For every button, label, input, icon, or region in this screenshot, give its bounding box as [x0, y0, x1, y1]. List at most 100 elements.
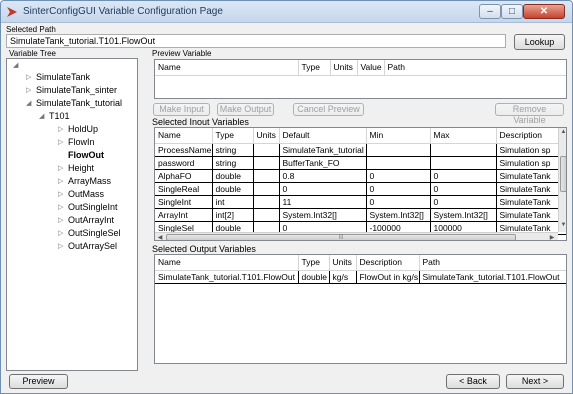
table-row[interactable]: ArrayInt int[2] System.Int32[] System.In…	[155, 208, 566, 222]
tree-item-flowin[interactable]: FlowIn	[68, 137, 95, 147]
cell-max[interactable]: System.Int32[]	[430, 208, 497, 222]
cell-type[interactable]: double	[298, 270, 330, 284]
tree-item-outsinglesel[interactable]: OutSingleSel	[68, 228, 121, 238]
scroll-thumb[interactable]: |||	[166, 234, 516, 240]
close-button[interactable]: ✕	[523, 4, 565, 19]
cell-units[interactable]	[253, 182, 280, 196]
column-header-path[interactable]: Path	[419, 255, 566, 271]
column-header-units[interactable]: Units	[330, 60, 358, 76]
tree-item-outarraysel[interactable]: OutArraySel	[68, 241, 117, 251]
collapsed-arrow-icon[interactable]: ▷	[58, 203, 63, 211]
scroll-up-icon[interactable]: ▲	[559, 129, 566, 135]
cell-max[interactable]	[430, 156, 497, 170]
expand-triangle-icon[interactable]: ◢	[39, 112, 44, 120]
cell-max[interactable]: 0	[430, 195, 497, 209]
scroll-left-icon[interactable]: ◀	[156, 234, 164, 240]
cell-name[interactable]: SingleInt	[155, 195, 213, 209]
cell-description[interactable]: SimulateTank	[496, 182, 566, 196]
collapsed-arrow-icon[interactable]: ▷	[58, 164, 63, 172]
column-header-units[interactable]: Units	[253, 128, 280, 144]
table-row[interactable]: SimulateTank_tutorial.T101.FlowOut doubl…	[155, 270, 566, 284]
cell-name[interactable]: AlphaFO	[155, 169, 213, 183]
cell-path[interactable]: SimulateTank_tutorial.T101.FlowOut	[419, 270, 566, 284]
cell-name[interactable]: ArrayInt	[155, 208, 213, 222]
cell-min[interactable]: 0	[366, 182, 431, 196]
column-header-default[interactable]: Default	[279, 128, 367, 144]
tree-item-flowout[interactable]: FlowOut	[68, 150, 104, 160]
cell-min[interactable]: 0	[366, 169, 431, 183]
cell-units[interactable]: kg/s	[329, 270, 357, 284]
cell-default[interactable]: SimulateTank_tutorial	[279, 143, 367, 157]
selected-path-field[interactable]: SimulateTank_tutorial.T101.FlowOut	[6, 34, 506, 48]
collapsed-arrow-icon[interactable]: ▷	[26, 86, 31, 94]
column-header-description[interactable]: Description	[496, 128, 566, 144]
make-input-button[interactable]: Make Input	[153, 103, 210, 116]
table-row[interactable]: ProcessName string SimulateTank_tutorial…	[155, 143, 566, 157]
cell-description[interactable]: Simulation sp	[496, 156, 566, 170]
cell-units[interactable]	[253, 169, 280, 183]
column-header-type[interactable]: Type	[298, 255, 330, 271]
cell-description[interactable]: SimulateTank	[496, 208, 566, 222]
cell-units[interactable]	[253, 156, 280, 170]
collapsed-arrow-icon[interactable]: ▷	[26, 73, 31, 81]
cell-default[interactable]: System.Int32[]	[279, 208, 367, 222]
cell-description[interactable]: FlowOut in kg/s	[356, 270, 420, 284]
column-header-name[interactable]: Name	[155, 255, 299, 271]
column-header-value[interactable]: Value	[357, 60, 385, 76]
column-header-description[interactable]: Description	[356, 255, 420, 271]
selected-input-variables-table[interactable]: Name Type Units Default Min Max Descript…	[154, 127, 567, 241]
cell-name[interactable]: password	[155, 156, 213, 170]
variable-tree[interactable]: ◢ ▷ SimulateTank ▷ SimulateTank_sinter ◢…	[6, 58, 138, 371]
cell-type[interactable]: int[2]	[212, 208, 254, 222]
tree-item-simulatetank-sinter[interactable]: SimulateTank_sinter	[36, 85, 117, 95]
cell-default[interactable]: 0.8	[279, 169, 367, 183]
tree-item-outsingleint[interactable]: OutSingleInt	[68, 202, 118, 212]
maximize-button[interactable]: □	[501, 4, 523, 19]
cell-default[interactable]: 0	[279, 182, 367, 196]
cell-max[interactable]	[430, 143, 497, 157]
expand-triangle-icon[interactable]: ◢	[13, 61, 18, 69]
cell-name[interactable]: ProcessName	[155, 143, 213, 157]
table-row[interactable]: SingleInt int 11 0 0 SimulateTank	[155, 195, 566, 209]
cell-type[interactable]: string	[212, 156, 254, 170]
cell-max[interactable]: 0	[430, 182, 497, 196]
back-button[interactable]: < Back	[446, 374, 500, 389]
scroll-down-icon[interactable]: ▼	[559, 222, 566, 228]
scroll-thumb[interactable]	[560, 156, 566, 192]
horizontal-scrollbar[interactable]: ◀ ||| ▶	[155, 232, 558, 240]
collapsed-arrow-icon[interactable]: ▷	[58, 216, 63, 224]
table-row[interactable]: password string BufferTank_FO Simulation…	[155, 156, 566, 170]
expand-triangle-icon[interactable]: ◢	[26, 99, 31, 107]
column-header-min[interactable]: Min	[366, 128, 431, 144]
cell-min[interactable]: 0	[366, 195, 431, 209]
cancel-preview-button[interactable]: Cancel Preview	[293, 103, 364, 116]
cell-default[interactable]: BufferTank_FO	[279, 156, 367, 170]
column-header-name[interactable]: Name	[155, 60, 299, 76]
column-header-max[interactable]: Max	[430, 128, 497, 144]
column-header-name[interactable]: Name	[155, 128, 213, 144]
collapsed-arrow-icon[interactable]: ▷	[58, 125, 63, 133]
cell-units[interactable]	[253, 195, 280, 209]
cell-units[interactable]	[253, 143, 280, 157]
collapsed-arrow-icon[interactable]: ▷	[58, 242, 63, 250]
cell-type[interactable]: double	[212, 169, 254, 183]
cell-default[interactable]: 11	[279, 195, 367, 209]
collapsed-arrow-icon[interactable]: ▷	[58, 138, 63, 146]
tree-item-holdup[interactable]: HoldUp	[68, 124, 98, 134]
cell-description[interactable]: SimulateTank	[496, 169, 566, 183]
cell-type[interactable]: double	[212, 182, 254, 196]
make-output-button[interactable]: Make Output	[217, 103, 274, 116]
collapsed-arrow-icon[interactable]: ▷	[58, 229, 63, 237]
tree-item-outmass[interactable]: OutMass	[68, 189, 104, 199]
tree-item-height[interactable]: Height	[68, 163, 94, 173]
preview-button[interactable]: Preview	[9, 374, 68, 389]
cell-name[interactable]: SimulateTank_tutorial.T101.FlowOut	[155, 270, 299, 284]
next-button[interactable]: Next >	[506, 374, 564, 389]
column-header-type[interactable]: Type	[212, 128, 254, 144]
cell-min[interactable]: System.Int32[]	[366, 208, 431, 222]
minimize-button[interactable]: –	[479, 4, 501, 19]
cell-max[interactable]: 0	[430, 169, 497, 183]
cell-name[interactable]: SingleReal	[155, 182, 213, 196]
selected-output-variables-table[interactable]: Name Type Units Description Path Simulat…	[154, 254, 567, 364]
collapsed-arrow-icon[interactable]: ▷	[58, 177, 63, 185]
